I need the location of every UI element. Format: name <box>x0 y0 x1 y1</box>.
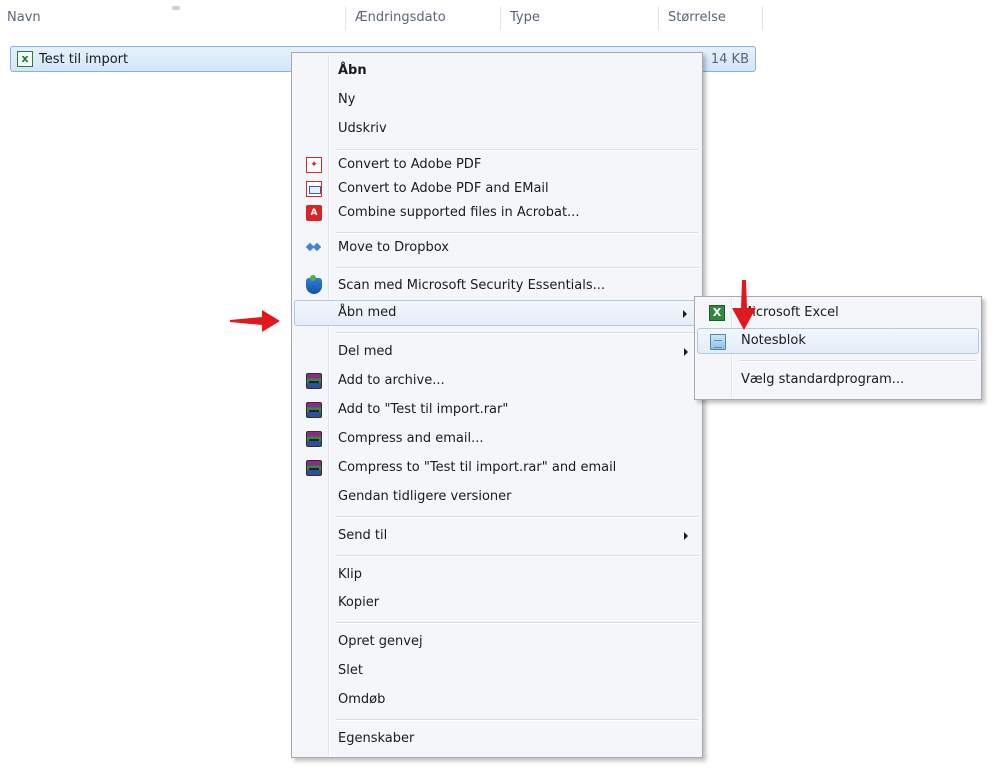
annotation-arrow-right <box>230 310 280 332</box>
menu-item-open-with[interactable]: Åbn med <box>294 300 700 326</box>
column-size[interactable]: Størrelse <box>668 10 726 25</box>
menu-item-label: Notesblok <box>741 333 806 348</box>
menu-item-label: Combine supported files in Acrobat... <box>338 205 580 220</box>
menu-divider <box>336 555 698 557</box>
menu-item-convert-pdf-email[interactable]: Convert to Adobe PDF and EMail <box>294 176 700 202</box>
header-sort-indicator <box>172 6 180 10</box>
menu-item-label: Åbn med <box>338 305 397 320</box>
menu-divider <box>336 516 698 518</box>
menu-item-open[interactable]: Åbn <box>294 58 700 84</box>
submenu-item-choose-default[interactable]: Vælg standardprogram... <box>697 367 979 393</box>
column-name[interactable]: Navn <box>7 10 41 25</box>
menu-item-compress-rar-email[interactable]: Compress to "Test til import.rar" and em… <box>294 455 700 481</box>
dropbox-icon <box>306 240 322 256</box>
submenu-arrow-icon <box>683 310 687 318</box>
menu-item-label: Egenskaber <box>338 731 415 746</box>
winrar-icon <box>306 460 322 476</box>
menu-item-label: Del med <box>338 344 393 359</box>
menu-item-share-with[interactable]: Del med <box>294 339 700 365</box>
adobe-pdf-email-icon <box>306 181 322 197</box>
file-size: 14 KB <box>710 52 749 67</box>
column-separator[interactable] <box>762 6 763 30</box>
column-separator[interactable] <box>345 6 346 30</box>
column-separator[interactable] <box>500 6 501 30</box>
menu-divider <box>336 232 698 234</box>
menu-item-label: Send til <box>338 528 388 543</box>
submenu-arrow-icon <box>684 348 688 356</box>
menu-item-label: Add to archive... <box>338 373 445 388</box>
excel-file-icon: x <box>17 51 33 67</box>
menu-divider <box>336 267 698 269</box>
menu-item-label: Klip <box>338 567 363 582</box>
menu-item-label: Move to Dropbox <box>338 240 449 255</box>
context-menu: Åbn Ny Udskriv ✦ Convert to Adobe PDF Co… <box>291 52 703 758</box>
column-modified[interactable]: Ændringsdato <box>355 10 446 25</box>
column-header: Navn Ændringsdato Type Størrelse <box>0 0 765 34</box>
menu-item-new[interactable]: Ny <box>294 87 700 113</box>
menu-item-label: Åbn <box>338 63 367 78</box>
file-name: Test til import <box>39 52 129 67</box>
winrar-icon <box>306 373 322 389</box>
menu-item-label: Ny <box>338 92 356 107</box>
menu-item-compress-email[interactable]: Compress and email... <box>294 426 700 452</box>
menu-item-properties[interactable]: Egenskaber <box>294 726 700 752</box>
menu-item-move-dropbox[interactable]: Move to Dropbox <box>294 235 700 261</box>
menu-item-label: Slet <box>338 663 363 678</box>
menu-item-label: Opret genvej <box>338 634 423 649</box>
notepad-icon <box>710 334 726 350</box>
menu-item-label: Convert to Adobe PDF <box>338 157 482 172</box>
menu-item-label: Scan med Microsoft Security Essentials..… <box>338 278 606 293</box>
column-type[interactable]: Type <box>510 10 540 25</box>
excel-icon: X <box>709 305 725 321</box>
menu-item-label: Kopier <box>338 595 380 610</box>
column-separator[interactable] <box>658 6 659 30</box>
menu-divider <box>336 332 698 334</box>
menu-item-add-archive[interactable]: Add to archive... <box>294 368 700 394</box>
menu-item-label: Convert to Adobe PDF and EMail <box>338 181 549 196</box>
menu-divider <box>336 622 698 624</box>
acrobat-icon: A <box>306 205 322 221</box>
menu-item-label: Gendan tidligere versioner <box>338 489 512 504</box>
menu-item-scan-mse[interactable]: Scan med Microsoft Security Essentials..… <box>294 273 700 299</box>
menu-item-delete[interactable]: Slet <box>294 658 700 684</box>
winrar-icon <box>306 431 322 447</box>
menu-item-restore-versions[interactable]: Gendan tidligere versioner <box>294 484 700 510</box>
menu-item-send-to[interactable]: Send til <box>294 523 700 549</box>
menu-item-print[interactable]: Udskriv <box>294 116 700 142</box>
menu-item-label: Compress to "Test til import.rar" and em… <box>338 460 617 475</box>
menu-item-rename[interactable]: Omdøb <box>294 687 700 713</box>
menu-item-label: Vælg standardprogram... <box>741 372 905 387</box>
annotation-arrow-down <box>732 280 756 330</box>
menu-item-cut[interactable]: Klip <box>294 562 700 588</box>
explorer-window: Navn Ændringsdato Type Størrelse x Test … <box>0 0 1006 782</box>
security-essentials-icon <box>306 275 322 294</box>
menu-item-label: Omdøb <box>338 692 386 707</box>
menu-divider <box>336 719 698 721</box>
menu-item-combine-acrobat[interactable]: A Combine supported files in Acrobat... <box>294 200 700 226</box>
menu-item-create-shortcut[interactable]: Opret genvej <box>294 629 700 655</box>
menu-item-label: Compress and email... <box>338 431 484 446</box>
winrar-icon <box>306 402 322 418</box>
menu-item-label: Add to "Test til import.rar" <box>338 402 509 417</box>
menu-item-label: Udskriv <box>338 121 387 136</box>
menu-divider <box>739 360 977 362</box>
menu-item-convert-pdf[interactable]: ✦ Convert to Adobe PDF <box>294 152 700 178</box>
menu-divider <box>336 149 698 151</box>
submenu-arrow-icon <box>684 532 688 540</box>
menu-item-copy[interactable]: Kopier <box>294 590 700 616</box>
adobe-pdf-icon: ✦ <box>306 157 322 173</box>
menu-item-add-rar[interactable]: Add to "Test til import.rar" <box>294 397 700 423</box>
